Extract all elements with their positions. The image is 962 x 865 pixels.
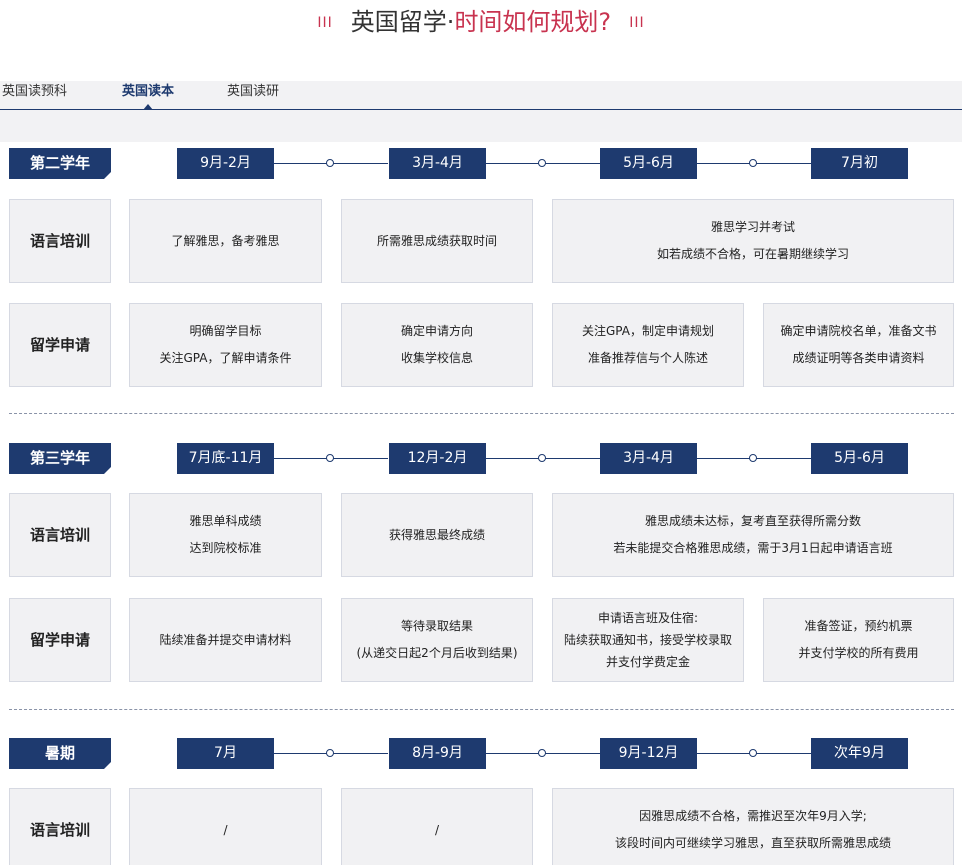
cell-line: 并支付学费定金 [605,655,690,669]
title-bars-left: III [317,15,333,31]
tab-undergraduate[interactable]: 英国读本 [122,81,174,110]
cell-line: 陆续获取通知书，接受学校录取 [563,633,732,647]
tab-bar: 英国读预科 英国读本 英国读研 [0,81,962,110]
cell-line: 明确留学目标 [189,324,262,338]
timeline-node [538,454,546,462]
row-label: 语言培训 [9,199,111,283]
tab-content-strip [0,110,962,142]
cell-line: 若未能提交合格雅思成绩，需于3月1日起申请语言班 [613,541,893,555]
timeline-node [326,454,334,462]
timeline-node [538,749,546,757]
section-divider [9,413,954,414]
title-bars-right: III [629,15,645,31]
period-badge: 7月初 [811,148,908,179]
title-area: III 英国留学·时间如何规划? III [0,0,962,81]
year-label-text: 第三学年 [29,449,90,467]
plan-cell: 确定申请方向 收集学校信息 [341,303,533,387]
period-badge: 5月-6月 [600,148,697,179]
plan-cell: 申请语言班及住宿: 陆续获取通知书，接受学校录取 并支付学费定金 [552,598,744,682]
cell-line: (从递交日起2个月后收到结果) [356,646,518,660]
timeline-node [326,159,334,167]
cell-line: 准备推荐信与个人陈述 [587,351,708,365]
cell-line: 雅思成绩未达标，复考直至获得所需分数 [644,514,861,528]
cell-line: 确定申请方向 [400,324,473,338]
title-accent: 时间如何规划? [454,8,612,36]
period-badge: 7月 [177,738,274,769]
period-badge: 8月-9月 [389,738,486,769]
year-label: 暑期 [9,738,111,769]
timeline-node [538,159,546,167]
plan-cell: 等待录取结果 (从递交日起2个月后收到结果) [341,598,533,682]
year-label-text: 暑期 [44,744,75,762]
cell-line: 关注GPA，了解申请条件 [159,351,292,365]
year-label: 第二学年 [9,148,111,179]
cell-line: / [434,822,440,837]
cell-line: 申请语言班及住宿: [597,611,699,625]
plan-cell: 获得雅思最终成绩 [341,493,533,577]
plan-cell: 雅思成绩未达标，复考直至获得所需分数 若未能提交合格雅思成绩，需于3月1日起申请… [552,493,954,577]
cell-line: 陆续准备并提交申请材料 [159,632,292,647]
plan-cell: 了解雅思，备考雅思 [129,199,322,283]
plan-cell: 确定申请院校名单，准备文书 成绩证明等各类申请资料 [763,303,954,387]
cell-line: 雅思学习并考试 [710,220,795,234]
timeline-node [749,159,757,167]
timeline-node [749,749,757,757]
cell-line: 因雅思成绩不合格，需推迟至次年9月入学; [639,809,867,823]
cell-line: 如若成绩不合格，可在暑期继续学习 [656,247,849,261]
cell-line: / [223,822,228,837]
period-badge: 次年9月 [811,738,908,769]
cell-line: 了解雅思，备考雅思 [171,233,280,248]
plan-cell: 因雅思成绩不合格，需推迟至次年9月入学; 该段时间内可继续学习雅思，直至获取所需… [552,788,954,865]
cell-line: 获得雅思最终成绩 [388,527,485,542]
cell-line: 准备签证，预约机票 [804,619,913,633]
corner-notch [104,172,111,179]
cell-line: 雅思单科成绩 [189,514,262,528]
timeline-node [749,454,757,462]
page-title: III 英国留学·时间如何规划? III [0,6,962,39]
cell-line: 所需雅思成绩获取时间 [376,233,497,248]
row-label: 留学申请 [9,598,111,682]
plan-cell: 陆续准备并提交申请材料 [129,598,322,682]
period-badge: 5月-6月 [811,443,908,474]
year-label-text: 第二学年 [29,154,90,172]
row-label: 留学申请 [9,303,111,387]
timeline-node [326,749,334,757]
tab-foundation[interactable]: 英国读预科 [2,81,67,109]
period-badge: 9月-12月 [600,738,697,769]
plan-cell: / [129,788,322,865]
corner-notch [104,762,111,769]
plan-cell: 明确留学目标 关注GPA，了解申请条件 [129,303,322,387]
cell-line: 并支付学校的所有费用 [798,646,919,660]
year-label: 第三学年 [9,443,111,474]
cell-line: 等待录取结果 [400,619,473,633]
corner-notch [104,467,111,474]
plan-cell: 雅思单科成绩 达到院校标准 [129,493,322,577]
row-label: 语言培训 [9,788,111,865]
period-badge: 7月底-11月 [177,443,274,474]
cell-line: 成绩证明等各类申请资料 [792,351,925,365]
cell-line: 达到院校标准 [189,541,262,555]
period-badge: 3月-4月 [600,443,697,474]
period-badge: 12月-2月 [389,443,486,474]
plan-cell: / [341,788,533,865]
period-badge: 9月-2月 [177,148,274,179]
cell-line: 该段时间内可继续学习雅思，直至获取所需雅思成绩 [614,836,891,850]
plan-cell: 准备签证，预约机票 并支付学校的所有费用 [763,598,954,682]
title-prefix: 英国留学· [350,8,455,36]
row-label: 语言培训 [9,493,111,577]
period-badge: 3月-4月 [389,148,486,179]
section-divider [9,709,954,710]
cell-line: 关注GPA，制定申请规划 [582,324,714,338]
cell-line: 收集学校信息 [400,351,473,365]
cell-line: 确定申请院校名单，准备文书 [780,324,937,338]
plan-cell: 关注GPA，制定申请规划 准备推荐信与个人陈述 [552,303,744,387]
plan-cell: 所需雅思成绩获取时间 [341,199,533,283]
tab-postgraduate[interactable]: 英国读研 [227,81,279,109]
plan-cell: 雅思学习并考试 如若成绩不合格，可在暑期继续学习 [552,199,954,283]
